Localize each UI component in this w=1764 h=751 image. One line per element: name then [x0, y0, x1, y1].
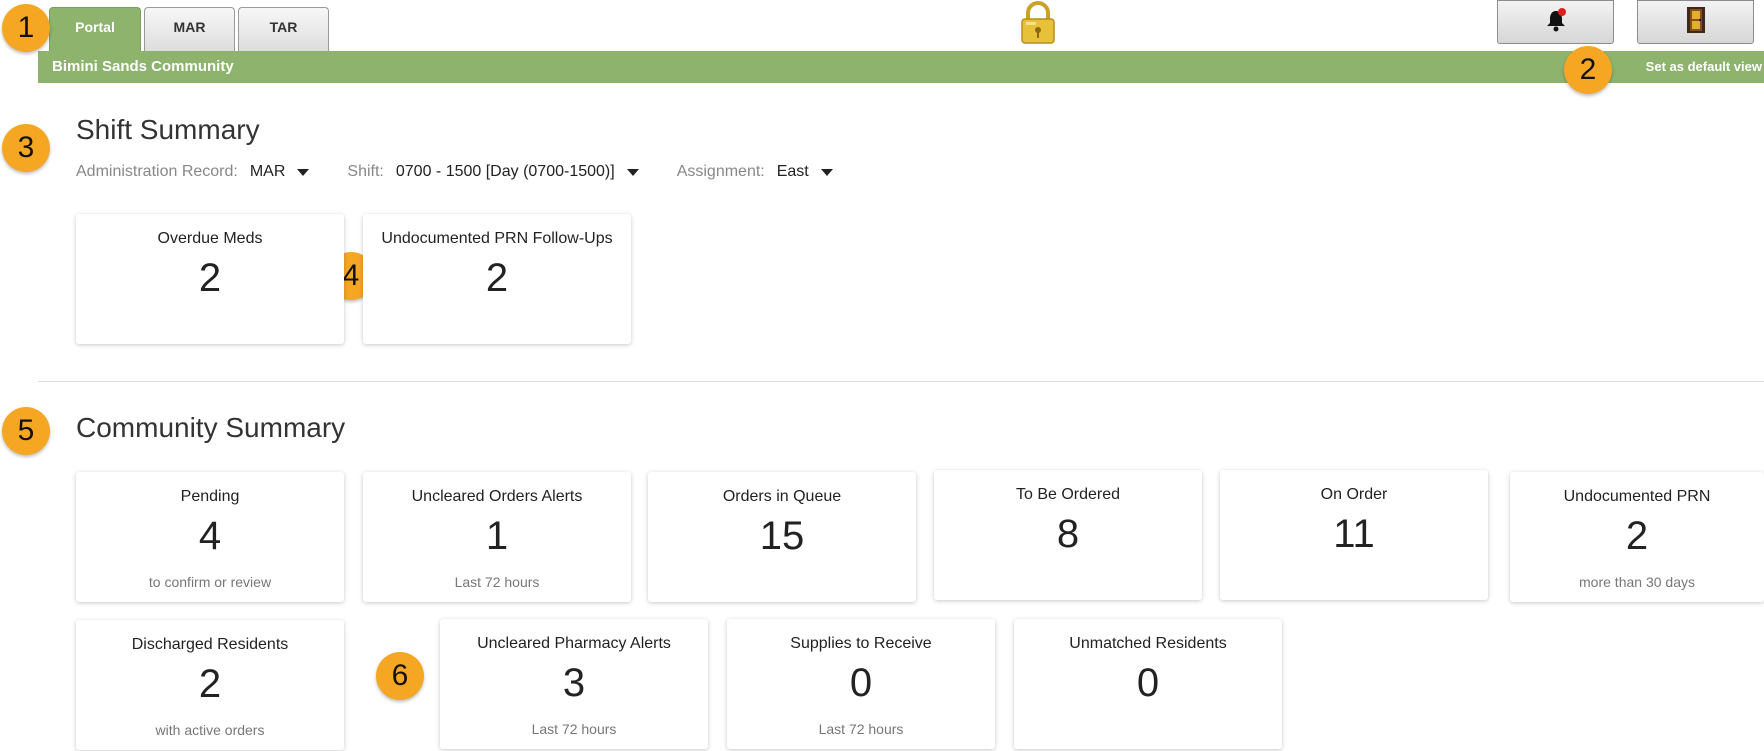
overdue-meds-card[interactable]: Overdue Meds 2 — [76, 214, 344, 344]
assignment-select[interactable]: Assignment: East — [677, 163, 833, 181]
callout-badge-6: 6 — [376, 652, 424, 700]
exit-door-icon — [1684, 6, 1708, 39]
card-subtext: Last 72 hours — [818, 721, 904, 737]
card-count: 4 — [198, 514, 222, 558]
to-be-ordered-card[interactable]: To Be Ordered 8 — [934, 470, 1202, 600]
card-count: 11 — [1333, 512, 1375, 556]
uncleared-orders-alerts-card[interactable]: Uncleared Orders Alerts 1 Last 72 hours — [363, 472, 631, 602]
assignment-value: East — [776, 163, 809, 180]
card-label: Orders in Queue — [722, 488, 842, 505]
set-default-view-link[interactable]: Set as default view — [1646, 59, 1762, 74]
card-count: 2 — [1625, 514, 1649, 558]
card-label: Pending — [180, 488, 240, 505]
card-label: Overdue Meds — [157, 230, 263, 247]
community-summary-title: Community Summary — [76, 412, 346, 443]
section-divider — [38, 381, 1764, 382]
card-label: Uncleared Orders Alerts — [411, 488, 583, 505]
on-order-card[interactable]: On Order 11 — [1220, 470, 1488, 600]
callout-badge-5: 5 — [2, 407, 50, 455]
supplies-to-receive-card[interactable]: Supplies to Receive 0 Last 72 hours — [727, 619, 995, 749]
administration-record-label: Administration Record: — [76, 163, 238, 180]
callout-badge-1: 1 — [2, 4, 50, 52]
administration-record-value: MAR — [249, 163, 286, 180]
bell-icon — [1545, 7, 1567, 37]
card-subtext: Last 72 hours — [454, 574, 540, 590]
tab-portal[interactable]: Portal — [49, 7, 141, 53]
shift-value: 0700 - 1500 [Day (0700-1500)] — [395, 163, 615, 180]
card-count: 8 — [1056, 512, 1080, 556]
shift-filters: Administration Record: MAR Shift: 0700 -… — [76, 163, 871, 181]
caret-down-icon — [297, 168, 310, 176]
uncleared-pharmacy-alerts-card[interactable]: Uncleared Pharmacy Alerts 3 Last 72 hour… — [440, 619, 708, 749]
card-label: Uncleared Pharmacy Alerts — [477, 635, 671, 652]
card-count: 2 — [198, 256, 222, 300]
card-count: 1 — [485, 514, 509, 558]
undocumented-prn-follow-ups-card[interactable]: Undocumented PRN Follow-Ups 2 — [363, 214, 631, 344]
assignment-label: Assignment: — [676, 163, 765, 180]
shift-summary-title: Shift Summary — [76, 114, 260, 145]
orders-in-queue-card[interactable]: Orders in Queue 15 — [648, 472, 916, 602]
card-subtext: to confirm or review — [148, 574, 272, 590]
logout-button[interactable] — [1637, 0, 1754, 44]
card-label: Unmatched Residents — [1069, 635, 1227, 652]
card-label: Undocumented PRN Follow-Ups — [381, 230, 613, 247]
card-count: 15 — [759, 514, 805, 558]
lock-icon[interactable] — [1018, 0, 1058, 46]
card-count: 2 — [198, 662, 222, 706]
card-count: 0 — [1136, 661, 1160, 705]
caret-down-icon — [820, 168, 833, 176]
tab-mar[interactable]: MAR — [144, 7, 235, 53]
community-header-bar: Bimini Sands Community Set as default vi… — [38, 51, 1764, 83]
undocumented-prn-card[interactable]: Undocumented PRN 2 more than 30 days — [1510, 472, 1764, 602]
card-subtext: Last 72 hours — [531, 721, 617, 737]
notifications-button[interactable] — [1497, 0, 1614, 44]
top-bar: Portal MAR TAR — [0, 0, 1764, 53]
caret-down-icon — [626, 168, 639, 176]
card-label: Supplies to Receive — [790, 635, 932, 652]
callout-badge-2: 2 — [1564, 46, 1612, 94]
card-subtext: with active orders — [155, 722, 265, 738]
callout-badge-3: 3 — [2, 124, 50, 172]
card-subtext: more than 30 days — [1579, 574, 1695, 590]
administration-record-select[interactable]: Administration Record: MAR — [76, 163, 310, 181]
tab-tar[interactable]: TAR — [238, 7, 329, 53]
card-label: Undocumented PRN — [1563, 488, 1711, 505]
community-name: Bimini Sands Community — [52, 58, 234, 75]
shift-label: Shift: — [347, 163, 384, 180]
card-count: 2 — [485, 256, 509, 300]
card-count: 3 — [562, 661, 586, 705]
card-label: Discharged Residents — [131, 636, 289, 653]
shift-select[interactable]: Shift: 0700 - 1500 [Day (0700-1500)] — [347, 163, 639, 181]
discharged-residents-card[interactable]: Discharged Residents 2 with active order… — [76, 620, 344, 750]
unmatched-residents-card[interactable]: Unmatched Residents 0 — [1014, 619, 1282, 749]
card-label: To Be Ordered — [1015, 486, 1121, 503]
pending-card[interactable]: Pending 4 to confirm or review — [76, 472, 344, 602]
card-label: On Order — [1320, 486, 1388, 503]
card-count: 0 — [849, 661, 873, 705]
